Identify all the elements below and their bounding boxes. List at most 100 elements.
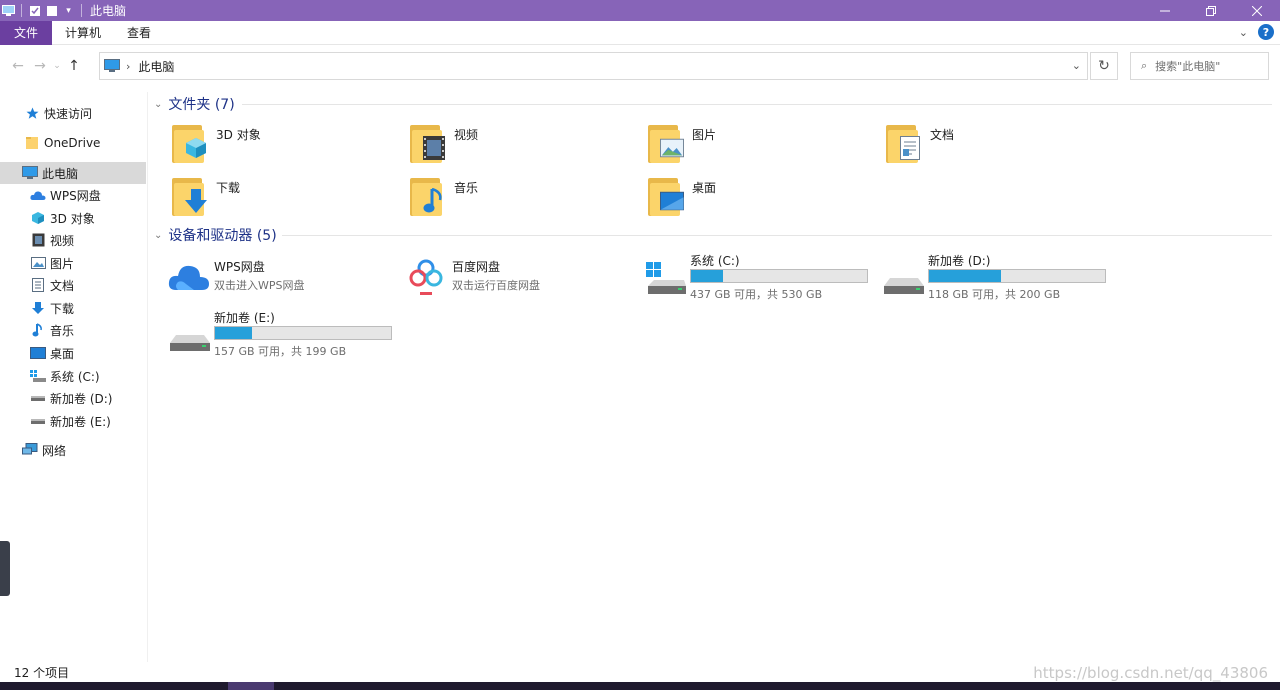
drive-usage-bar (928, 269, 1106, 283)
group-divider (242, 104, 1272, 105)
picture-icon (646, 122, 686, 166)
desktop-icon (30, 345, 46, 361)
device-tile-wps-drive[interactable]: WPS网盘 双击进入WPS网盘 (168, 254, 398, 302)
drive-usage-fill (929, 270, 1002, 282)
properties-icon[interactable] (28, 4, 41, 17)
toolbar-separator (81, 4, 82, 17)
drive-tile-d[interactable]: 新加卷 (D:) 118 GB 可用，共 200 GB (882, 252, 1122, 301)
sidebar-item-quick-access[interactable]: 快速访问 (0, 102, 146, 124)
download-icon (170, 175, 210, 219)
search-box[interactable]: ⌕ (1130, 52, 1269, 80)
sidebar-item-label: WPS网盘 (50, 188, 101, 203)
device-subtitle: 双击进入WPS网盘 (214, 279, 305, 292)
window-title: 此电脑 (90, 4, 127, 18)
device-label: 百度网盘 (452, 260, 501, 274)
tab-file[interactable]: 文件 (0, 20, 52, 45)
item-count: 12 个项目 (14, 665, 70, 680)
chevron-down-icon[interactable]: ▾ (62, 4, 75, 17)
recent-locations-icon[interactable]: ⌄ (51, 55, 63, 77)
folder-tile-desktop[interactable]: 桌面 (646, 175, 876, 223)
cube-icon (30, 210, 46, 226)
sidebar-item-label: 桌面 (50, 346, 75, 361)
close-button[interactable] (1234, 0, 1280, 21)
navigation-pane: 快速访问 OneDrive 此电脑 WPS网盘 3D 对象 视频 图片 文档 下… (0, 92, 148, 662)
tab-view[interactable]: 查看 (114, 21, 164, 45)
taskbar-active-app[interactable] (228, 682, 274, 690)
document-icon (30, 277, 46, 293)
address-bar[interactable]: › 此电脑 ⌄ (99, 52, 1088, 80)
download-icon (30, 300, 46, 316)
help-icon[interactable]: ? (1258, 24, 1274, 40)
sidebar-item-onedrive[interactable]: OneDrive (0, 132, 146, 154)
drive-usage-bar (214, 326, 392, 340)
group-header-label: 设备和驱动器 (5) (168, 228, 277, 244)
system-drive-icon (644, 260, 688, 296)
sidebar-item-label: 下载 (50, 301, 75, 316)
drive-free-space: 118 GB 可用，共 200 GB (928, 288, 1061, 301)
desktop-icon (646, 175, 686, 219)
new-folder-icon[interactable] (45, 4, 58, 17)
restore-button[interactable] (1188, 0, 1234, 21)
back-button[interactable]: ← (7, 55, 29, 77)
sidebar-item-network[interactable]: 网络 (0, 439, 146, 461)
baidu-drive-icon (406, 254, 446, 298)
folder-tile-3d-objects[interactable]: 3D 对象 (170, 122, 400, 170)
quick-access-toolbar: ▾ (0, 0, 84, 21)
folder-tile-pictures[interactable]: 图片 (646, 122, 876, 170)
folder-label: 音乐 (454, 181, 479, 195)
forward-button[interactable]: → (29, 55, 51, 77)
side-widget-handle[interactable] (0, 541, 10, 596)
group-header-folders[interactable]: ⌄ 文件夹 (7) (154, 94, 235, 114)
sidebar-item-drive-d[interactable]: 新加卷 (D:) (0, 387, 146, 409)
breadcrumb-separator-icon: › (126, 59, 131, 73)
folder-tile-music[interactable]: 音乐 (408, 175, 638, 223)
sidebar-item-label: 文档 (50, 278, 75, 293)
drive-icon (30, 413, 46, 429)
drive-label: 系统 (C:) (690, 254, 740, 268)
drive-icon (882, 260, 926, 296)
sidebar-item-3d-objects[interactable]: 3D 对象 (0, 207, 146, 229)
sidebar-item-documents[interactable]: 文档 (0, 274, 146, 296)
sidebar-item-label: OneDrive (44, 136, 101, 150)
sidebar-item-music[interactable]: 音乐 (0, 319, 146, 341)
video-icon (30, 232, 46, 248)
sidebar-item-wps-drive[interactable]: WPS网盘 (0, 184, 146, 206)
sidebar-item-drive-e[interactable]: 新加卷 (E:) (0, 410, 146, 432)
folder-tile-documents[interactable]: 文档 (884, 122, 1114, 170)
sidebar-item-downloads[interactable]: 下载 (0, 297, 146, 319)
sidebar-item-desktop[interactable]: 桌面 (0, 342, 146, 364)
drive-tile-c[interactable]: 系统 (C:) 437 GB 可用，共 530 GB (644, 252, 884, 301)
drive-tile-e[interactable]: 新加卷 (E:) 157 GB 可用，共 199 GB (168, 309, 408, 358)
sidebar-item-pictures[interactable]: 图片 (0, 252, 146, 274)
refresh-button[interactable]: ↻ (1090, 52, 1118, 80)
expand-ribbon-icon[interactable]: ⌄ (1239, 26, 1248, 39)
folder-tile-downloads[interactable]: 下载 (170, 175, 400, 223)
picture-icon (30, 255, 46, 271)
drive-label: 新加卷 (E:) (214, 311, 275, 325)
computer-icon (104, 59, 120, 73)
group-header-devices[interactable]: ⌄ 设备和驱动器 (5) (154, 225, 277, 245)
up-button[interactable]: ↑ (63, 55, 85, 77)
folder-label: 桌面 (692, 181, 717, 195)
folder-label: 下载 (216, 181, 241, 195)
group-header-label: 文件夹 (7) (168, 97, 235, 113)
title-bar: ▾ 此电脑 (0, 0, 1280, 21)
drive-label: 新加卷 (D:) (928, 254, 991, 268)
sidebar-item-drive-c[interactable]: 系统 (C:) (0, 365, 146, 387)
computer-icon (22, 165, 38, 181)
sidebar-item-label: 网络 (42, 443, 67, 458)
system-drive-icon (30, 368, 46, 384)
chevron-down-icon[interactable]: ⌄ (1072, 59, 1081, 72)
video-icon (408, 122, 448, 166)
sidebar-item-this-pc[interactable]: 此电脑 (0, 162, 146, 184)
device-tile-baidu-drive[interactable]: 百度网盘 双击运行百度网盘 (406, 254, 636, 302)
ribbon-tabs: 文件 计算机 查看 ⌄ ? (0, 20, 1280, 45)
tab-computer[interactable]: 计算机 (52, 21, 114, 45)
navigation-bar: ← → ⌄ ↑ › 此电脑 ⌄ ↻ ⌕ (0, 50, 1280, 82)
folder-tile-videos[interactable]: 视频 (408, 122, 638, 170)
minimize-button[interactable] (1142, 0, 1188, 21)
breadcrumb[interactable]: 此电脑 (138, 58, 174, 75)
search-input[interactable] (1155, 59, 1251, 73)
sidebar-item-videos[interactable]: 视频 (0, 229, 146, 251)
drive-free-space: 437 GB 可用，共 530 GB (690, 288, 823, 301)
